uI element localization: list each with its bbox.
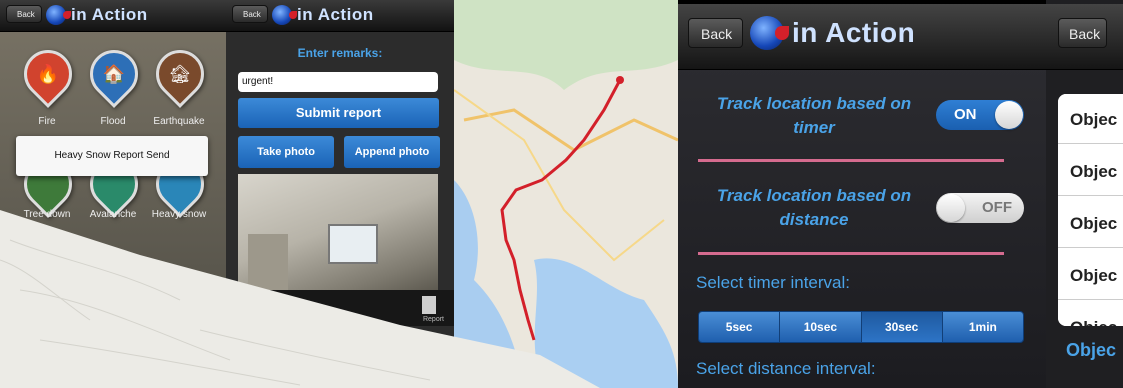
- track-timer-toggle[interactable]: ON: [936, 100, 1024, 130]
- navbar: Back in Action: [0, 0, 226, 32]
- logo-mark-icon: [750, 16, 789, 50]
- timer-option-10sec[interactable]: 10sec: [780, 312, 862, 342]
- divider: [698, 159, 1004, 162]
- app-logo: in Action: [750, 16, 915, 50]
- timer-interval-label: Select timer interval:: [696, 273, 850, 292]
- timer-interval-segmented[interactable]: 5sec 10sec 30sec 1min: [698, 311, 1024, 343]
- list-item[interactable]: Objec: [1058, 94, 1123, 144]
- logo-mark-icon: [46, 5, 71, 25]
- remarks-input[interactable]: urgent!: [238, 72, 438, 92]
- back-button[interactable]: Back: [232, 5, 268, 23]
- flood-icon: 🏠: [102, 63, 126, 84]
- category-label-earthquake: Earthquake: [153, 116, 205, 127]
- track-distance-toggle[interactable]: OFF: [936, 193, 1024, 223]
- route-start-marker: [616, 76, 624, 84]
- screen-map: [454, 0, 678, 388]
- app-logo: in Action: [272, 5, 374, 25]
- flood-pin-icon[interactable]: 🏠: [80, 40, 148, 108]
- toggle-off-label: OFF: [982, 199, 1012, 216]
- back-button[interactable]: Back: [1058, 18, 1108, 48]
- list-item[interactable]: Objec: [1058, 250, 1123, 300]
- earthquake-icon: 🏚: [168, 63, 192, 84]
- track-timer-label: Track location based on timer: [716, 94, 912, 137]
- section-header: Objec: [1066, 340, 1117, 360]
- list-item[interactable]: Objec: [1058, 146, 1123, 196]
- distance-interval-label: Select distance interval:: [696, 359, 876, 378]
- earthquake-pin-icon[interactable]: 🏚: [146, 40, 214, 108]
- toggle-knob: [937, 194, 965, 222]
- object-list: Objec Objec Objec Objec Objec: [1058, 94, 1123, 326]
- fire-pin-icon[interactable]: 🔥: [14, 40, 82, 108]
- timer-option-5sec[interactable]: 5sec: [699, 312, 781, 342]
- tab-report-label[interactable]: Report: [423, 316, 444, 323]
- navbar: Back in Action: [226, 0, 454, 32]
- toggle-on-label: ON: [954, 106, 977, 123]
- app-logo: in Action: [46, 5, 148, 25]
- toggle-knob: [995, 101, 1023, 129]
- category-label-heavy-snow: Heavy snow: [151, 209, 207, 220]
- toast-message: Heavy Snow Report Send: [16, 136, 208, 176]
- submit-report-button[interactable]: Submit report: [238, 98, 439, 128]
- category-label-avalanche: Avalanche: [89, 209, 137, 220]
- category-label-tree-down: Tree down: [23, 209, 71, 220]
- photo-window: [328, 224, 378, 264]
- report-tab-icon[interactable]: [422, 296, 436, 314]
- timer-option-30sec[interactable]: 30sec: [861, 312, 943, 342]
- screen-settings: Back in Action Track location based on t…: [678, 0, 1046, 388]
- track-distance-label: Track location based on distance: [716, 186, 912, 229]
- list-item[interactable]: Objec: [1058, 198, 1123, 248]
- screen-categories: Back in Action 🔥 🏠 🏚 Fire Flood Earthqua…: [0, 0, 226, 388]
- map-view[interactable]: [454, 0, 678, 388]
- remarks-label: Enter remarks:: [297, 46, 383, 60]
- append-photo-button[interactable]: Append photo: [344, 136, 440, 168]
- logo-text: in Action: [71, 5, 148, 24]
- category-label-flood: Flood: [100, 116, 126, 127]
- category-label-fire: Fire: [38, 116, 56, 127]
- fire-icon: 🔥: [36, 63, 60, 84]
- logo-text: in Action: [792, 17, 916, 48]
- screen-report: Back in Action Enter remarks: urgent! Su…: [226, 0, 454, 388]
- collage: Back in Action 🔥 🏠 🏚 Fire Flood Earthqua…: [0, 0, 1123, 388]
- logo-mark-icon: [272, 5, 297, 25]
- divider: [698, 252, 1004, 255]
- screen-objects: Back Objec Objec Objec Objec Objec Objec: [1046, 0, 1123, 388]
- back-button[interactable]: Back: [688, 18, 744, 48]
- navbar: Back: [1046, 4, 1123, 70]
- timer-option-1min[interactable]: 1min: [942, 312, 1023, 342]
- logo-text: in Action: [297, 5, 374, 24]
- list-item[interactable]: Objec: [1058, 302, 1123, 326]
- tab-bar: Report: [226, 290, 454, 326]
- take-photo-button[interactable]: Take photo: [238, 136, 334, 168]
- back-button[interactable]: Back: [6, 5, 42, 23]
- navbar: Back in Action: [678, 4, 1046, 70]
